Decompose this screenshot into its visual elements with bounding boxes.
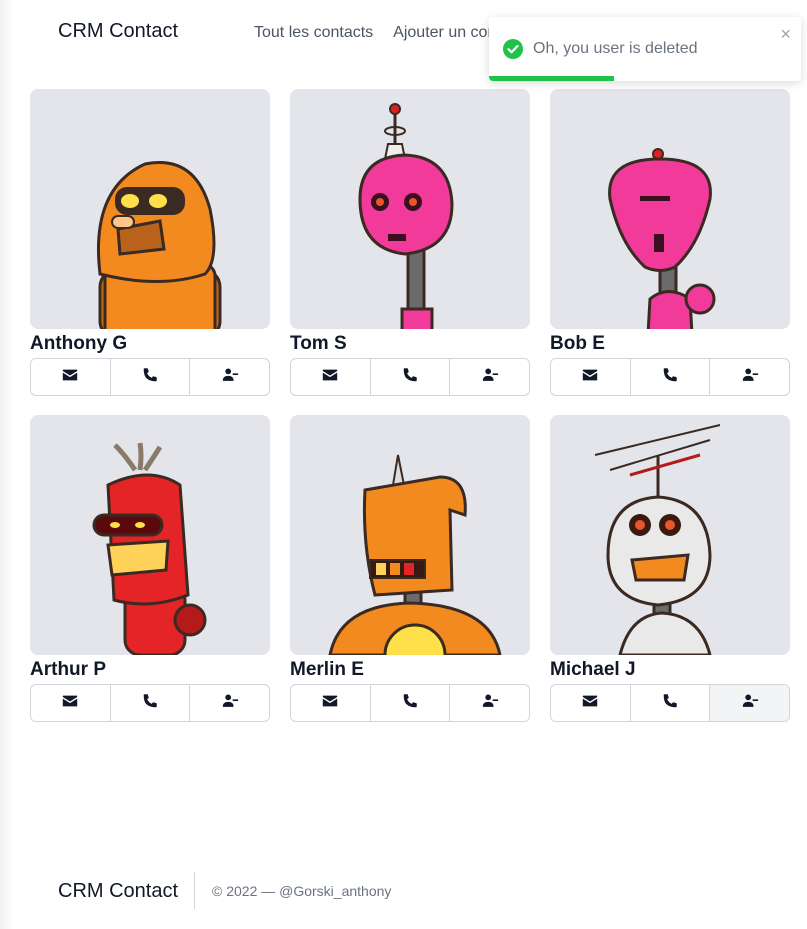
delete-contact-button[interactable] [710, 685, 789, 721]
remove-user-icon [221, 366, 239, 389]
email-button[interactable] [551, 359, 631, 395]
contact-avatar[interactable] [290, 89, 530, 329]
footer-divider [194, 872, 195, 909]
email-button[interactable] [291, 685, 371, 721]
toast-progress-bar [489, 76, 614, 81]
check-circle-icon [503, 39, 523, 59]
mail-icon [61, 366, 79, 389]
contact-name: Michael J [550, 659, 636, 680]
call-button[interactable] [371, 359, 451, 395]
phone-icon [141, 366, 159, 389]
footer-copyright: © 2022 — @Gorski_anthony [212, 883, 392, 899]
contact-actions [30, 358, 270, 396]
contact-avatar[interactable] [30, 415, 270, 655]
call-button[interactable] [371, 685, 451, 721]
nav-all-contacts[interactable]: Tout les contacts [254, 24, 373, 42]
brand-logo[interactable]: CRM Contact [58, 20, 178, 43]
call-button[interactable] [631, 685, 711, 721]
footer: CRM Contact © 2022 — @Gorski_anthony [0, 870, 807, 910]
contact-avatar[interactable] [30, 89, 270, 329]
phone-icon [661, 366, 679, 389]
contact-card: Bob E [550, 89, 790, 396]
call-button[interactable] [111, 359, 191, 395]
delete-contact-button[interactable] [450, 685, 529, 721]
contact-name: Bob E [550, 333, 605, 354]
orange-robot-avatar [96, 161, 222, 329]
phone-icon [661, 692, 679, 715]
call-button[interactable] [111, 685, 191, 721]
remove-user-icon [741, 692, 759, 715]
page-edge-shadow [0, 0, 14, 929]
orange-robot-avatar [328, 454, 502, 655]
phone-icon [401, 366, 419, 389]
contact-avatar[interactable] [550, 89, 790, 329]
contact-name: Tom S [290, 333, 347, 354]
close-icon[interactable]: × [780, 25, 791, 43]
contact-actions [550, 358, 790, 396]
red-robot-avatar [92, 442, 207, 655]
contacts-grid: Anthony G Tom S Bob E Arthur P Merlin E … [30, 89, 790, 722]
mail-icon [61, 692, 79, 715]
remove-user-icon [741, 366, 759, 389]
contact-actions [290, 358, 530, 396]
email-button[interactable] [551, 685, 631, 721]
contact-actions [550, 684, 790, 722]
footer-brand: CRM Contact [58, 880, 179, 902]
toast-notification: Oh, you user is deleted × [489, 17, 801, 81]
delete-contact-button[interactable] [190, 359, 269, 395]
delete-contact-button[interactable] [710, 359, 789, 395]
contact-actions [30, 684, 270, 722]
email-button[interactable] [31, 685, 111, 721]
email-button[interactable] [31, 359, 111, 395]
remove-user-icon [481, 366, 499, 389]
contact-card: Arthur P [30, 415, 270, 722]
pink-robot-avatar [358, 103, 454, 329]
mail-icon [581, 692, 599, 715]
contact-card: Anthony G [30, 89, 270, 396]
contact-name: Merlin E [290, 659, 364, 680]
mail-icon [581, 366, 599, 389]
contact-avatar[interactable] [290, 415, 530, 655]
pink-robot-avatar [608, 148, 716, 329]
email-button[interactable] [291, 359, 371, 395]
contact-actions [290, 684, 530, 722]
remove-user-icon [221, 692, 239, 715]
phone-icon [141, 692, 159, 715]
contact-card: Tom S [290, 89, 530, 396]
contact-card: Merlin E [290, 415, 530, 722]
main-nav: Tout les contacts Ajouter un contact [254, 24, 522, 42]
call-button[interactable] [631, 359, 711, 395]
phone-icon [401, 692, 419, 715]
contact-name: Anthony G [30, 333, 128, 354]
mail-icon [321, 366, 339, 389]
delete-contact-button[interactable] [190, 685, 269, 721]
toast-message: Oh, you user is deleted [533, 40, 698, 57]
contact-card: Michael J [550, 415, 790, 722]
contact-name: Arthur P [30, 659, 106, 680]
remove-user-icon [481, 692, 499, 715]
mail-icon [321, 692, 339, 715]
delete-contact-button[interactable] [450, 359, 529, 395]
white-robot-avatar [594, 424, 721, 655]
contact-avatar[interactable] [550, 415, 790, 655]
